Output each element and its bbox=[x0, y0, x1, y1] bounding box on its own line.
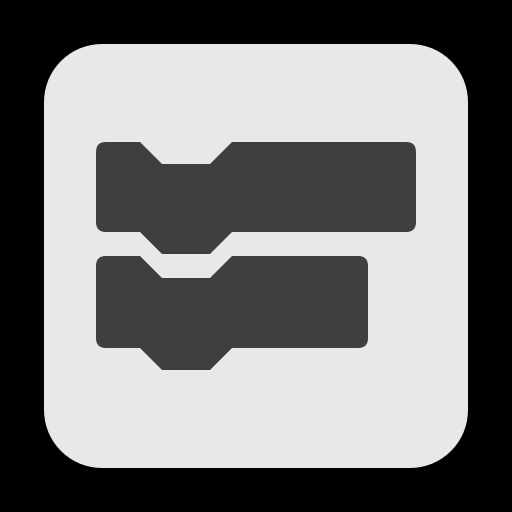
icon-canvas bbox=[0, 0, 512, 512]
code-blocks-app-icon bbox=[44, 44, 468, 468]
